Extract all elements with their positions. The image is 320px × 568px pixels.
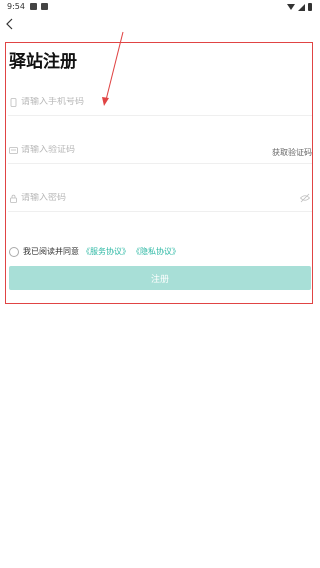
chevron-left-icon	[6, 18, 13, 30]
password-divider	[8, 211, 312, 212]
wifi-icon	[287, 4, 295, 10]
phone-icon	[8, 97, 18, 107]
agreement-text: 我已阅读并同意	[23, 247, 79, 256]
app-notification-icon	[41, 3, 48, 10]
code-field[interactable]	[8, 138, 312, 162]
get-code-button[interactable]: 获取验证码	[272, 147, 312, 158]
image-notification-icon	[30, 3, 37, 10]
phone-input[interactable]	[21, 97, 251, 107]
phone-divider	[8, 115, 312, 116]
eye-icon[interactable]	[300, 193, 310, 203]
agree-checkbox[interactable]	[9, 246, 19, 257]
lock-icon	[8, 193, 18, 203]
message-icon	[8, 145, 18, 155]
page-title: 驿站注册	[9, 52, 77, 72]
service-agreement-link[interactable]: 《服务协议》	[82, 246, 130, 257]
agreement-row: 我已阅读并同意 《服务协议》 《隐私协议》	[9, 246, 182, 257]
privacy-agreement-link[interactable]: 《隐私协议》	[132, 246, 180, 257]
system-icons	[287, 3, 312, 11]
code-input[interactable]	[21, 145, 251, 155]
status-bar: 9:54	[0, 0, 320, 14]
phone-field[interactable]	[8, 90, 312, 114]
code-divider	[8, 163, 312, 164]
back-button[interactable]	[2, 16, 18, 32]
battery-icon	[308, 3, 312, 11]
notification-icons	[30, 3, 48, 10]
status-time: 9:54	[7, 2, 25, 11]
register-button[interactable]: 注册	[9, 266, 311, 290]
annotation-highlight-box	[5, 42, 313, 304]
signal-icon	[298, 3, 305, 11]
password-field[interactable]	[8, 186, 312, 210]
password-input[interactable]	[21, 193, 251, 203]
